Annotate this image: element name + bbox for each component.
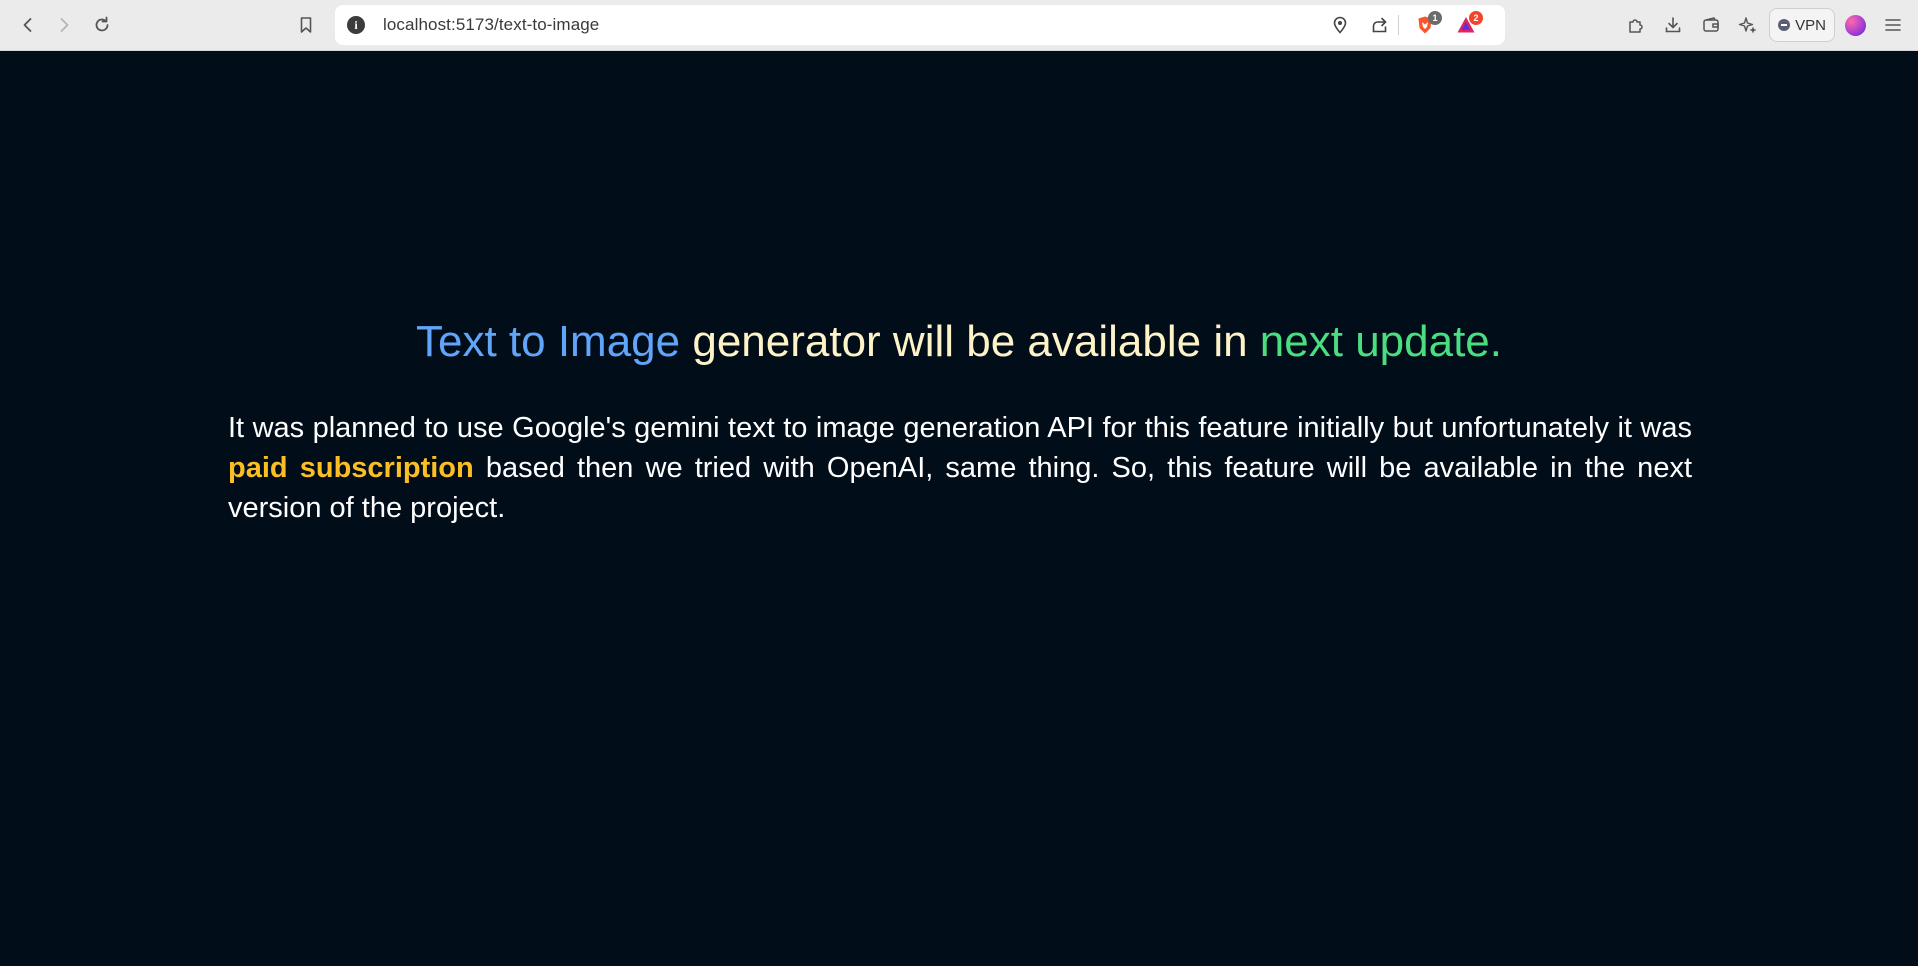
url-text[interactable]: localhost:5173/text-to-image	[383, 15, 599, 35]
address-bar[interactable]: i localhost:5173/text-to-image 1 2	[335, 5, 1505, 45]
info-icon[interactable]: i	[347, 16, 365, 34]
back-button[interactable]	[13, 10, 43, 40]
forward-button[interactable]	[49, 10, 79, 40]
extensions-button[interactable]	[1621, 10, 1651, 40]
menu-icon	[1885, 19, 1901, 31]
rewards-count-badge: 2	[1469, 11, 1483, 25]
browser-toolbar: i localhost:5173/text-to-image 1 2 VPN	[0, 0, 1918, 51]
heading-highlight-feature: Text to Image	[415, 317, 681, 366]
explanation-paragraph: It was planned to use Google's gemini te…	[228, 408, 1692, 528]
wallet-button[interactable]	[1696, 10, 1726, 40]
download-icon	[1665, 17, 1681, 33]
extensions-icon	[1629, 19, 1643, 33]
brave-rewards-button[interactable]: 2	[1451, 10, 1483, 40]
brave-shields-button[interactable]: 1	[1410, 10, 1442, 40]
location-icon	[1333, 16, 1347, 34]
reload-icon	[95, 16, 109, 32]
location-button[interactable]	[1325, 10, 1355, 40]
menu-button[interactable]	[1878, 10, 1908, 40]
share-button[interactable]	[1365, 10, 1395, 40]
leo-ai-icon	[1738, 17, 1757, 34]
vpn-icon	[1778, 19, 1791, 31]
paragraph-text-start: It was planned to use Google's gemini te…	[228, 412, 1701, 444]
heading-highlight-update: next update.	[1259, 317, 1502, 366]
paragraph-highlight: paid subscription	[228, 452, 474, 484]
wallet-icon	[1703, 17, 1719, 32]
download-button[interactable]	[1658, 10, 1688, 40]
bookmark-icon	[300, 17, 312, 33]
shield-count-badge: 1	[1428, 11, 1442, 25]
bookmark-button[interactable]	[291, 10, 321, 40]
heading-middle-text: generator will be available in	[680, 317, 1260, 366]
profile-avatar[interactable]	[1845, 15, 1866, 36]
page-heading: Text to Image generator will be availabl…	[0, 316, 1918, 368]
share-icon	[1372, 17, 1387, 33]
address-bar-divider	[1398, 15, 1399, 35]
reload-button[interactable]	[87, 10, 117, 40]
vpn-button[interactable]: VPN	[1769, 8, 1835, 42]
back-icon	[23, 18, 32, 32]
vpn-label: VPN	[1795, 16, 1826, 34]
forward-icon	[60, 18, 69, 32]
leo-ai-button[interactable]	[1733, 10, 1763, 40]
